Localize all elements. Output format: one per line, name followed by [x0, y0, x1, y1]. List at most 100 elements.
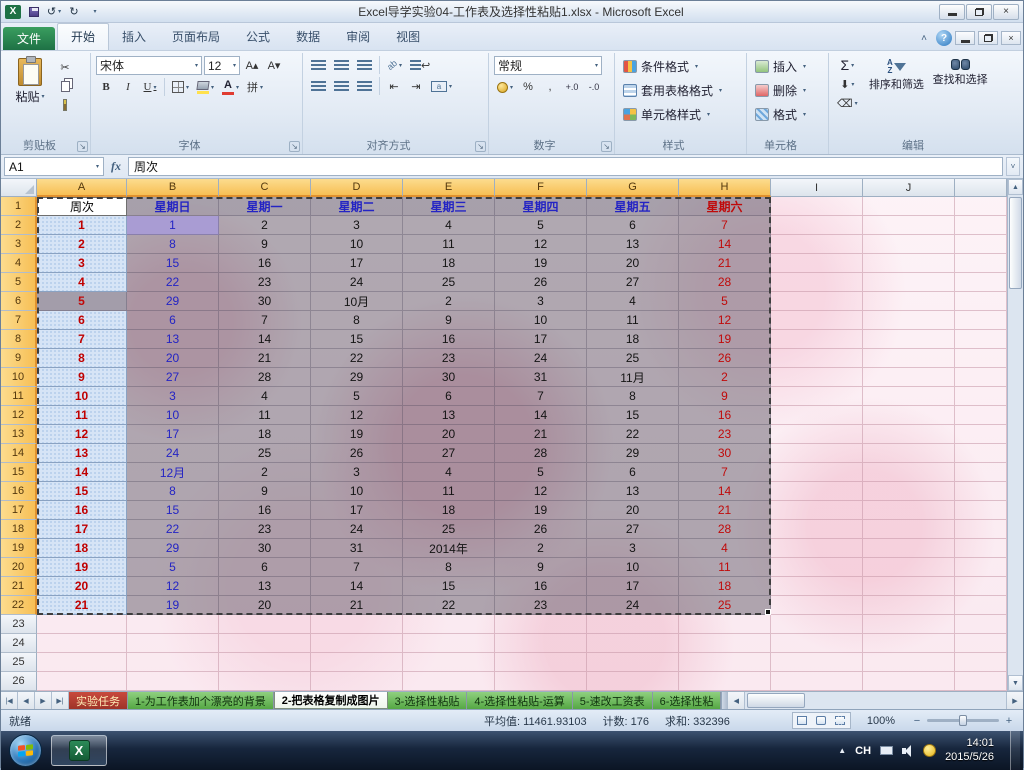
- cell-G17[interactable]: 20: [587, 501, 679, 520]
- copy-button[interactable]: [55, 77, 75, 95]
- cell-I26[interactable]: [771, 672, 863, 691]
- cell-D25[interactable]: [311, 653, 403, 672]
- italic-button[interactable]: I: [118, 78, 138, 96]
- cell-C19[interactable]: 30: [219, 539, 311, 558]
- row-header-8[interactable]: 8: [1, 330, 37, 349]
- cell-J23[interactable]: [863, 615, 955, 634]
- cell-A24[interactable]: [37, 634, 127, 653]
- cell-E4[interactable]: 18: [403, 254, 495, 273]
- cell-A9[interactable]: 8: [37, 349, 127, 368]
- cell-G3[interactable]: 13: [587, 235, 679, 254]
- cell-C15[interactable]: 2: [219, 463, 311, 482]
- cell-E5[interactable]: 25: [403, 273, 495, 292]
- ribbon-tab-开始[interactable]: 开始: [57, 23, 110, 50]
- row-header-2[interactable]: 2: [1, 216, 37, 235]
- cell-A4[interactable]: 3: [37, 254, 127, 273]
- minimize-button[interactable]: [939, 3, 965, 20]
- cell-F15[interactable]: 5: [495, 463, 587, 482]
- excel-app-icon[interactable]: X: [5, 4, 21, 19]
- sheet-tab-1[interactable]: 实验任务: [69, 692, 128, 709]
- cell-I20[interactable]: [771, 558, 863, 577]
- cell-B11[interactable]: 3: [127, 387, 219, 406]
- cell-A11[interactable]: 10: [37, 387, 127, 406]
- cell-F23[interactable]: [495, 615, 587, 634]
- cell-D2[interactable]: 3: [311, 216, 403, 235]
- cell-H18[interactable]: 28: [679, 520, 771, 539]
- start-button[interactable]: [9, 734, 42, 767]
- cell-A8[interactable]: 7: [37, 330, 127, 349]
- first-sheet-button[interactable]: |◀: [1, 692, 18, 709]
- cell-D11[interactable]: 5: [311, 387, 403, 406]
- row-header-1[interactable]: 1: [1, 197, 37, 216]
- cell-H24[interactable]: [679, 634, 771, 653]
- cell-G10[interactable]: 11月: [587, 368, 679, 387]
- cell-E7[interactable]: 9: [403, 311, 495, 330]
- align-right-button[interactable]: [354, 77, 375, 95]
- zoom-thumb[interactable]: [959, 715, 967, 726]
- cell-J21[interactable]: [863, 577, 955, 596]
- scroll-left-button[interactable]: ◀: [728, 692, 746, 709]
- cell-F17[interactable]: 19: [495, 501, 587, 520]
- cell-F12[interactable]: 14: [495, 406, 587, 425]
- align-left-button[interactable]: [308, 77, 329, 95]
- row-header-7[interactable]: 7: [1, 311, 37, 330]
- cell-F2[interactable]: 5: [495, 216, 587, 235]
- cell-A5[interactable]: 4: [37, 273, 127, 292]
- cell-F16[interactable]: 12: [495, 482, 587, 501]
- cut-button[interactable]: ✂: [55, 58, 75, 76]
- alignment-dialog-launcher[interactable]: ↘: [475, 141, 486, 152]
- cell-H11[interactable]: 9: [679, 387, 771, 406]
- cell-J3[interactable]: [863, 235, 955, 254]
- cell-D18[interactable]: 24: [311, 520, 403, 539]
- cell-J25[interactable]: [863, 653, 955, 672]
- underline-button[interactable]: U ▾: [140, 78, 160, 96]
- cell-D13[interactable]: 19: [311, 425, 403, 444]
- row-header-23[interactable]: 23: [1, 615, 37, 634]
- column-header-E[interactable]: E: [403, 179, 495, 197]
- cell-B4[interactable]: 15: [127, 254, 219, 273]
- row-header-17[interactable]: 17: [1, 501, 37, 520]
- cell-I22[interactable]: [771, 596, 863, 615]
- cell-C18[interactable]: 23: [219, 520, 311, 539]
- row-header-22[interactable]: 22: [1, 596, 37, 615]
- column-header-A[interactable]: A: [37, 179, 127, 197]
- cell-I3[interactable]: [771, 235, 863, 254]
- cell-G19[interactable]: 3: [587, 539, 679, 558]
- cell-E17[interactable]: 18: [403, 501, 495, 520]
- cell-A10[interactable]: 9: [37, 368, 127, 387]
- cell-D14[interactable]: 26: [311, 444, 403, 463]
- percent-style-button[interactable]: %: [518, 78, 538, 96]
- cell-I10[interactable]: [771, 368, 863, 387]
- fill-color-button[interactable]: ▾: [194, 78, 217, 96]
- volume-icon[interactable]: [902, 744, 914, 757]
- cell-J11[interactable]: [863, 387, 955, 406]
- cell-I15[interactable]: [771, 463, 863, 482]
- cell-G1[interactable]: 星期五: [587, 197, 679, 216]
- cell-E2[interactable]: 4: [403, 216, 495, 235]
- sheet-tab-5[interactable]: 4-选择性粘贴-运算: [467, 692, 573, 709]
- cell-I4[interactable]: [771, 254, 863, 273]
- cell-I24[interactable]: [771, 634, 863, 653]
- cell-F5[interactable]: 26: [495, 273, 587, 292]
- cell-G6[interactable]: 4: [587, 292, 679, 311]
- row-header-6[interactable]: 6: [1, 292, 37, 311]
- cell-B17[interactable]: 15: [127, 501, 219, 520]
- column-header-D[interactable]: D: [311, 179, 403, 197]
- cell-G25[interactable]: [587, 653, 679, 672]
- cell-G9[interactable]: 25: [587, 349, 679, 368]
- cell-J4[interactable]: [863, 254, 955, 273]
- cell-E23[interactable]: [403, 615, 495, 634]
- autosum-button[interactable]: Σ ▾: [834, 56, 861, 74]
- cell-H14[interactable]: 30: [679, 444, 771, 463]
- cell-I21[interactable]: [771, 577, 863, 596]
- cell-D5[interactable]: 24: [311, 273, 403, 292]
- clipboard-dialog-launcher[interactable]: ↘: [77, 141, 88, 152]
- cell-C22[interactable]: 20: [219, 596, 311, 615]
- cell-J2[interactable]: [863, 216, 955, 235]
- formula-input[interactable]: 周次: [128, 157, 1003, 176]
- cell-D15[interactable]: 3: [311, 463, 403, 482]
- sheet-tab-4[interactable]: 3-选择性粘贴: [387, 692, 468, 709]
- cell-A16[interactable]: 15: [37, 482, 127, 501]
- cell-J10[interactable]: [863, 368, 955, 387]
- cell-H26[interactable]: [679, 672, 771, 691]
